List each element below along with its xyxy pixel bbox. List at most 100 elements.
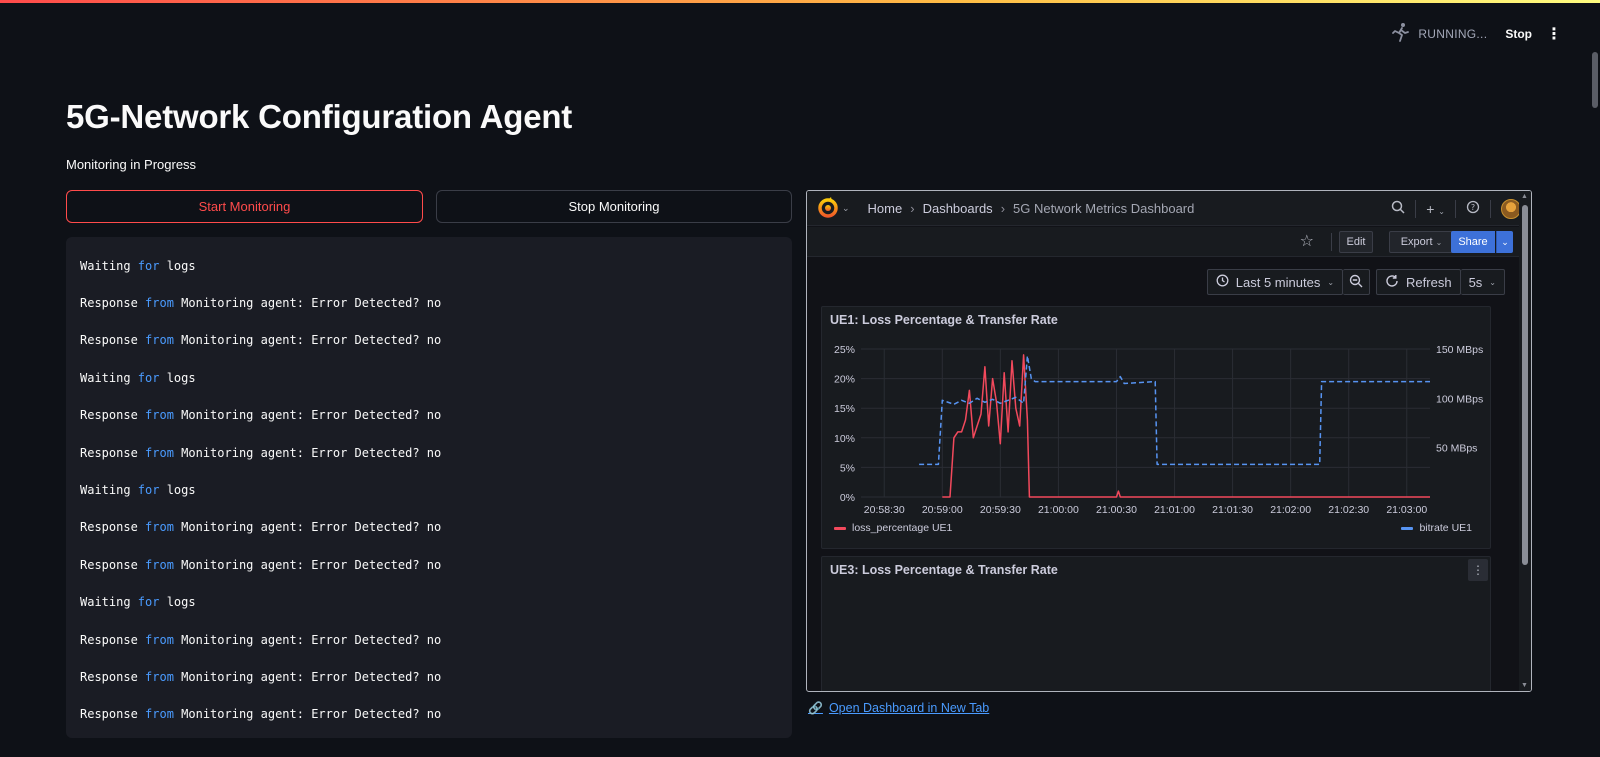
refresh-interval-picker[interactable]: 5s ⌄ [1460,269,1505,295]
y-left-tick-label: 5% [840,462,855,474]
top-accent-bar [0,0,1600,3]
log-line: Response from Monitoring agent: Error De… [66,434,792,471]
log-keyword: from [145,520,174,535]
log-keyword: for [137,258,160,273]
clock-icon [1216,274,1229,290]
log-line: Response from Monitoring agent: Error De… [66,546,792,583]
x-tick-label: 20:58:30 [864,504,905,516]
x-tick-label: 21:01:00 [1154,504,1195,516]
refresh-icon [1385,274,1399,291]
x-tick-label: 20:59:00 [922,504,963,516]
breadcrumb-dashboards[interactable]: Dashboards [923,201,993,216]
x-tick-label: 20:59:30 [980,504,1021,516]
legend-label-loss: loss_percentage UE1 [852,522,953,534]
log-keyword: from [145,445,174,460]
chevron-down-icon: ⌄ [1435,237,1443,247]
log-keyword: from [145,632,174,647]
zoom-out-button[interactable] [1343,269,1371,295]
dashboard-scrollbar[interactable]: ▲ ▼ [1519,191,1531,691]
x-tick-label: 21:02:00 [1270,504,1311,516]
log-keyword: for [137,370,160,385]
grafana-logo-icon[interactable] [817,197,839,219]
refresh-group: Refresh 5s ⌄ [1376,269,1505,295]
log-line: Waiting for logs [66,471,792,508]
topbar-actions: + ⌄ ? [1391,191,1521,226]
log-keyword: from [145,707,174,722]
x-tick-label: 21:02:30 [1328,504,1369,516]
log-keyword: for [137,595,160,610]
edit-button[interactable]: Edit [1339,231,1373,253]
page-scrollbar-thumb[interactable] [1592,52,1598,108]
breadcrumb: Home › Dashboards › 5G Network Metrics D… [868,201,1195,216]
export-button[interactable]: Export ⌄ [1389,231,1454,253]
search-icon[interactable] [1391,200,1405,217]
time-range-group: Last 5 minutes ⌄ [1206,269,1371,295]
log-text: Response [80,707,146,722]
y-left-tick-label: 10% [834,433,855,445]
running-indicator: RUNNING... [1392,22,1487,45]
log-keyword: from [145,296,174,311]
panel-ue3[interactable]: UE3: Loss Percentage & Transfer Rate ⋮ [821,556,1491,691]
chevron-right-icon: › [1000,200,1006,216]
panel-ue1[interactable]: UE1: Loss Percentage & Transfer Rate 0% 5… [821,306,1491,549]
share-button[interactable]: Share [1451,231,1495,253]
ue1-chart: 0% 5% 10% 15% 20% 25% 50 MBps 100 MBps 150 MBps 2… [834,344,1483,516]
grafana-dashboard-embed[interactable]: ⌄ Home › Dashboards › 5G Network Metrics… [806,190,1532,692]
log-line: Response from Monitoring agent: Error De… [66,284,792,321]
panel-title: UE3: Loss Percentage & Transfer Rate [830,563,1058,577]
page-title: 5G-Network Configuration Agent [66,98,573,135]
log-line: Response from Monitoring agent: Error De… [66,696,792,733]
page-subtitle: Monitoring in Progress [66,157,197,172]
start-monitoring-button[interactable]: Start Monitoring [66,190,423,223]
x-tick-label: 21:00:30 [1096,504,1137,516]
stop-monitoring-button[interactable]: Stop Monitoring [436,190,792,223]
log-text: Response [80,445,146,460]
chevron-right-icon: › [910,200,915,216]
time-controls: Last 5 minutes ⌄ Refresh 5s ⌄ [1206,269,1505,295]
legend-loss[interactable]: loss_percentage UE1 [834,522,952,534]
add-icon[interactable]: + ⌄ [1426,201,1445,217]
log-keyword: from [145,333,174,348]
y-left-tick-label: 25% [834,344,855,356]
legend-label-bitrate: bitrate UE1 [1419,522,1472,534]
help-icon[interactable]: ? [1466,200,1480,217]
refresh-button[interactable]: Refresh [1376,269,1461,295]
stop-app-button[interactable]: Stop [1505,27,1532,41]
legend-bitrate[interactable]: bitrate UE1 [1401,522,1472,534]
scroll-up-icon[interactable]: ▲ [1521,193,1528,200]
x-tick-label: 21:03:00 [1386,504,1427,516]
refresh-interval-value: 5s [1468,274,1483,290]
log-text: logs [159,258,196,273]
avatar[interactable] [1501,198,1521,219]
y-left-tick-label: 0% [840,492,855,504]
log-line: Response from Monitoring agent: Error De… [66,658,792,695]
log-line: Response from Monitoring agent: Error De… [66,397,792,434]
chevron-down-icon[interactable]: ⌄ [842,203,850,214]
log-text: Waiting [80,483,138,498]
panel-menu-icon[interactable]: ⋮ [1468,559,1488,581]
divider [1490,199,1491,218]
refresh-label: Refresh [1406,274,1452,290]
log-text: Monitoring agent: Error Detected? no [173,669,442,684]
grafana-topbar: ⌄ Home › Dashboards › 5G Network Metrics… [807,191,1531,226]
kebab-menu-icon[interactable]: ⋮ [1546,24,1562,44]
y-left-tick-label: 15% [834,403,855,415]
time-range-label: Last 5 minutes [1235,274,1321,290]
star-icon[interactable]: ☆ [1300,231,1314,251]
page-scrollbar[interactable] [1590,44,1600,757]
scroll-down-icon[interactable]: ▼ [1521,682,1528,689]
log-text: Monitoring agent: Error Detected? no [173,632,442,647]
log-text: logs [159,370,196,385]
running-man-icon [1392,22,1410,45]
log-text: Monitoring agent: Error Detected? no [173,296,442,311]
log-line: Response from Monitoring agent: Error De… [66,509,792,546]
legend-swatch-bitrate [1401,526,1414,530]
divider [1331,233,1332,251]
log-text: Response [80,296,146,311]
dashboard-scrollbar-thumb[interactable] [1522,205,1528,565]
log-keyword: from [145,669,174,684]
breadcrumb-home[interactable]: Home [868,201,903,216]
open-dashboard-link[interactable]: 🔗 Open Dashboard in New Tab [808,701,989,715]
time-range-picker[interactable]: Last 5 minutes ⌄ [1206,269,1344,295]
share-dropdown-icon[interactable]: ⌄ [1496,231,1513,253]
